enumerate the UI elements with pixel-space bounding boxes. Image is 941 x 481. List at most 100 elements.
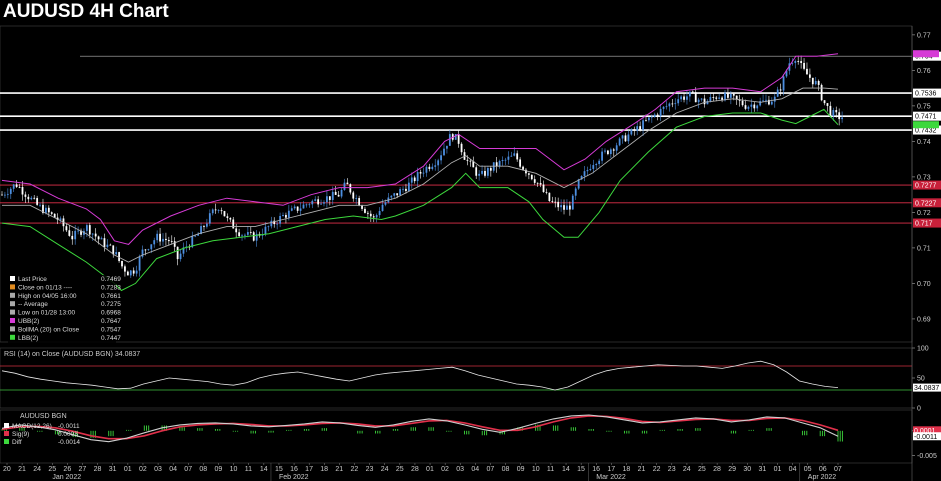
candle-body [609,149,612,155]
candle-body [416,172,419,182]
candle-body [484,170,486,176]
candle-body [727,92,729,98]
candle-body [369,213,372,217]
candle-body [220,210,223,212]
price-panel[interactable]: 0.77 0.76 0.75 0.74 0.73 0.72 0.71 0.70 0.69 0.76… [0,25,941,345]
candle-body [36,198,39,205]
candle-body [589,168,592,171]
candle-body [814,81,817,85]
candle-body [337,194,340,197]
x-day-label: 24 [683,466,691,473]
level-label: 0.7277 [915,183,937,190]
candle-body [320,203,322,205]
chart-canvas[interactable]: 0.77 0.76 0.75 0.74 0.73 0.72 0.71 0.70 0.69 0.76… [0,0,941,481]
price-tick-label: 0.75 [917,103,931,110]
legend-value: 0.7661 [101,293,121,300]
x-day-label: 01 [124,466,132,473]
x-day-label: 26 [63,466,71,473]
x-day-label: 01 [774,466,782,473]
candle-body [378,211,381,216]
candle-body [519,159,522,167]
x-day-label: 11 [245,466,252,473]
candle-body [267,226,270,228]
x-day-label: 18 [320,466,328,473]
candle-body [454,134,457,140]
x-day-label: 28 [411,466,419,473]
x-day-label: 28 [713,466,721,473]
candle-body [77,230,80,232]
candle-body [489,168,492,171]
candle-body [548,192,551,202]
candle-body [1,194,3,196]
candle-body [132,270,135,274]
legend-swatch [10,334,15,340]
legend-value: 0.7547 [101,326,121,333]
macd-legend-label: Diff [12,439,22,446]
candle-body [270,220,273,227]
x-day-label: 01 [426,466,434,473]
candle-body [516,153,519,160]
candle-body [33,197,36,199]
candle-body [352,192,355,199]
candle-body [645,120,647,122]
candle-body [434,165,437,167]
candle-body [770,101,773,105]
candle-body [103,238,106,247]
rsi-panel[interactable]: RSI (14) on Close (AUDUSD BGN) 34.0837 10… [0,346,941,413]
candle-body [241,235,243,237]
candle-body [314,199,317,201]
x-day-label: 16 [592,466,600,473]
candle-body [811,77,814,85]
x-day-label: 07 [184,466,192,473]
candle-body [475,167,478,176]
price-tick-label: 0.74 [917,139,931,146]
candle-body [662,106,665,109]
candle-body [176,246,179,260]
x-day-label: 21 [335,466,343,473]
legend-swatch [10,284,15,290]
legend-value: 0.6968 [101,310,121,317]
candle-body [712,97,715,98]
candle-body [826,103,829,106]
candle-body [674,103,677,105]
candle-body [601,151,603,161]
candle-body [6,193,9,195]
macd-legend-value: -0.0014 [58,439,80,446]
price-tick-label: 0.73 [917,174,931,181]
macd-panel[interactable]: AUDUSD BGN0.000-0.0050.0001-0.0011MACD(1… [0,409,941,464]
level-label: 0.7432 [915,128,937,135]
candle-body [390,195,393,198]
legend-label: BollMA (20) on Close [18,326,79,333]
candle-body [419,172,422,174]
legend-swatch [10,318,15,323]
x-day-label: 03 [456,466,464,473]
candle-body [159,233,161,242]
macd-legend-label: MACD(12,26) [12,423,52,430]
legend-label: -- Average [18,301,48,308]
legend-value: 0.7447 [101,335,121,342]
x-day-label: 30 [743,466,751,473]
candle-body [583,171,586,177]
x-day-label: 17 [305,466,313,473]
candle-body [530,174,533,180]
rsi-line [1,360,839,391]
candle-body [718,97,721,99]
candle-body [478,173,481,176]
candle-body [592,165,595,169]
candle-body [331,191,334,200]
candle-body [688,91,691,97]
candle-body [399,189,401,196]
x-month-label: Mar 2022 [596,474,626,481]
candle-body [756,105,759,109]
candle-body [223,211,226,217]
candle-body [162,238,164,242]
candle-body [293,206,296,209]
legend-label: High on 04/05 16:00 [18,293,77,300]
candle-body [762,100,764,102]
candle-body [794,61,797,63]
candle-body [557,201,560,208]
candle-body [800,61,803,63]
candle-body [428,166,431,169]
macd-title: AUDUSD BGN [20,413,67,420]
candle-body [173,241,176,247]
